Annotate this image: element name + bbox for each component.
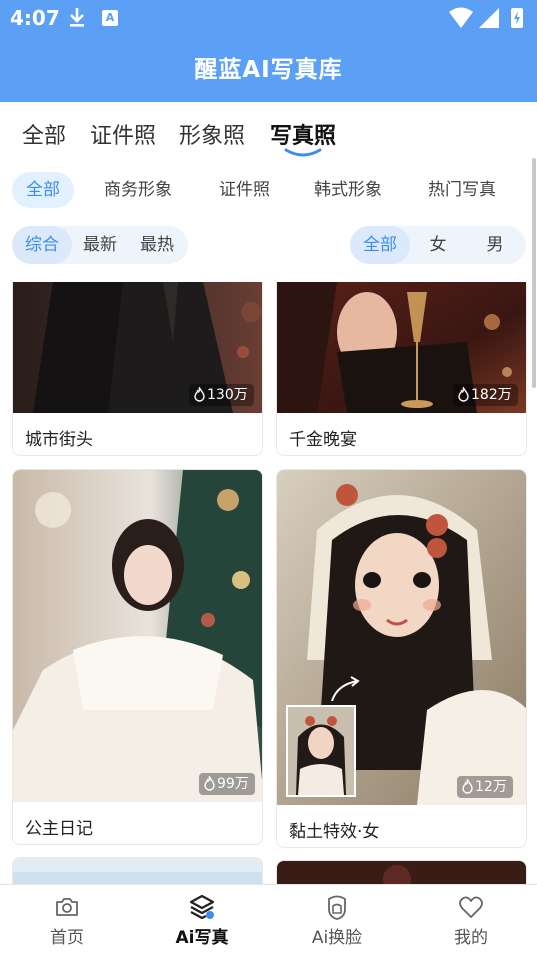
app-header: 4:07 A 醒蓝AI写真库: [0, 0, 537, 102]
chip-all[interactable]: 全部: [12, 172, 74, 208]
tab-all[interactable]: 全部: [22, 118, 66, 150]
chip-hot[interactable]: 热门写真: [428, 172, 496, 208]
sort-hottest[interactable]: 最热: [128, 226, 186, 264]
nav-ai-portrait[interactable]: Ai写真: [147, 893, 257, 948]
scrollbar[interactable]: [532, 158, 536, 388]
tab-portrait-photo[interactable]: 写真照: [270, 118, 336, 150]
popularity-count: 130万: [207, 387, 248, 403]
sort-segmented-control: 综合 最新 最热: [12, 226, 188, 264]
active-tab-indicator: [284, 148, 322, 157]
tab-image-photo[interactable]: 形象照: [179, 118, 245, 150]
popularity-count: 12万: [475, 779, 507, 795]
gender-male[interactable]: 男: [466, 226, 524, 264]
sort-comprehensive[interactable]: 综合: [12, 226, 72, 264]
card-title: 黏土特效·女: [289, 822, 380, 842]
wifi-icon: [449, 7, 473, 28]
app-title: 醒蓝AI写真库: [194, 57, 343, 83]
popularity-badge: 12万: [457, 776, 513, 798]
popularity-badge: 99万: [199, 773, 255, 795]
status-bar: 4:07 A: [0, 0, 537, 36]
template-card[interactable]: 130万 城市街头: [12, 282, 263, 456]
card-title: 城市街头: [25, 430, 93, 450]
chip-korean[interactable]: 韩式形象: [314, 172, 382, 208]
popularity-badge: 182万: [453, 384, 518, 406]
system-status-icons: [449, 7, 523, 28]
fire-icon: [462, 777, 473, 794]
popularity-badge: 130万: [189, 384, 254, 406]
nav-face-swap[interactable]: Ai换脸: [282, 893, 392, 948]
category-chips: 全部 商务形象 证件照 韩式形象 热门写真: [12, 172, 537, 208]
tab-id-photo[interactable]: 证件照: [90, 118, 156, 150]
template-card[interactable]: 99万 公主日记: [12, 469, 263, 845]
fire-icon: [194, 385, 205, 402]
arrow-icon: [331, 676, 360, 702]
download-icon: [70, 8, 84, 27]
chip-id-photo[interactable]: 证件照: [219, 172, 270, 208]
popularity-count: 182万: [471, 387, 512, 403]
gender-all[interactable]: 全部: [350, 226, 410, 264]
popularity-count: 99万: [217, 776, 249, 792]
signal-icon: [479, 8, 499, 28]
gender-segmented-control: 全部 女 男: [350, 226, 526, 264]
sort-newest[interactable]: 最新: [72, 226, 128, 264]
card-title: 公主日记: [25, 819, 93, 839]
template-card[interactable]: 182万 千金晚宴: [276, 282, 527, 456]
camera-icon: [56, 898, 78, 916]
fire-icon: [458, 385, 469, 402]
screen: 4:07 A 醒蓝AI写真库 全部 证件照 形象照 写真照 全部 商务形象 证件…: [0, 0, 537, 956]
nav-ai-portrait-label: Ai写真: [175, 928, 229, 948]
layers-icon: [189, 894, 215, 920]
face-shield-icon: [328, 895, 346, 920]
app-notification-icon: A: [102, 10, 118, 26]
heart-icon: [459, 896, 483, 918]
template-card[interactable]: 12万 黏土特效·女: [276, 469, 527, 848]
nav-face-swap-label: Ai换脸: [311, 928, 363, 948]
card-title: 千金晚宴: [289, 430, 357, 450]
nav-mine-label: 我的: [454, 928, 488, 948]
gender-female[interactable]: 女: [410, 226, 466, 264]
chip-business[interactable]: 商务形象: [104, 172, 172, 208]
nav-home-label: 首页: [50, 928, 84, 948]
nav-mine[interactable]: 我的: [416, 893, 526, 948]
card-image: [13, 470, 262, 802]
bottom-nav: 首页 Ai写真 Ai换脸 我的: [0, 884, 537, 956]
nav-home[interactable]: 首页: [12, 893, 122, 948]
fire-icon: [204, 774, 215, 791]
reference-thumbnail: [286, 705, 356, 797]
status-time: 4:07: [10, 6, 60, 30]
